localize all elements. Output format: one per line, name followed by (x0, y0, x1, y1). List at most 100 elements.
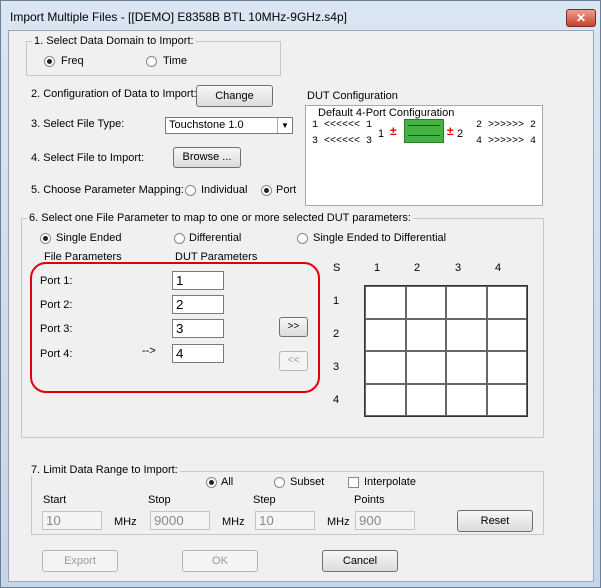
grid-cell[interactable] (365, 383, 406, 416)
stop-input[interactable] (150, 511, 210, 530)
grid-cell[interactable] (365, 318, 406, 351)
row-4-label: 4 (333, 394, 340, 406)
differential-radio[interactable] (174, 233, 185, 244)
mapping-label: 5. Choose Parameter Mapping: (31, 184, 184, 196)
subset-radio[interactable] (274, 477, 285, 488)
remove-mapping-button[interactable]: << (279, 351, 308, 371)
points-input[interactable] (355, 511, 415, 530)
time-label: Time (163, 55, 188, 67)
start-unit: MHz (114, 516, 137, 528)
grid-cell[interactable] (405, 351, 446, 384)
row-2-label: 2 (333, 328, 340, 340)
port-4-input[interactable] (172, 344, 224, 363)
grid-cell[interactable] (446, 383, 487, 416)
s2d-label: Single Ended to Differential (313, 232, 447, 244)
file-type-select[interactable]: Touchstone 1.0 ▼ (165, 117, 293, 134)
single-ended-label: Single Ended (56, 232, 122, 244)
dut-right-bottom: 4 >>>>>> 4 (476, 136, 537, 147)
col-2-label: 2 (414, 262, 421, 274)
freq-radio[interactable] (44, 56, 55, 67)
param-group-legend: 6. Select one File Parameter to map to o… (27, 212, 413, 224)
port-2-input[interactable] (172, 295, 224, 314)
ok-button[interactable]: OK (182, 550, 258, 572)
dut-pm-left: ± (390, 124, 397, 138)
single-ended-radio[interactable] (40, 233, 51, 244)
col-3-label: 3 (455, 262, 462, 274)
dut-mid-right: 2 (457, 128, 464, 140)
domain-group-legend: 1. Select Data Domain to Import: (32, 35, 196, 47)
grid-cell[interactable] (446, 351, 487, 384)
port-3-label: Port 3: (40, 323, 73, 335)
cancel-button[interactable]: Cancel (322, 550, 398, 572)
stop-unit: MHz (222, 516, 245, 528)
dut-block (404, 119, 444, 143)
dut-left-bottom: 3 <<<<<< 3 (312, 136, 373, 147)
grid-cell[interactable] (446, 318, 487, 351)
close-icon[interactable]: ✕ (566, 9, 596, 27)
grid-cell[interactable] (405, 286, 446, 319)
dialog-body: 1. Select Data Domain to Import: Freq Ti… (8, 30, 594, 582)
port-1-label: Port 1: (40, 275, 73, 287)
grid-cell[interactable] (446, 286, 487, 319)
port-radio[interactable] (261, 185, 272, 196)
all-label: All (221, 476, 234, 488)
subset-label: Subset (290, 476, 325, 488)
select-file-label: 4. Select File to Import: (31, 152, 145, 164)
port-2-label: Port 2: (40, 299, 73, 311)
dut-right-top: 2 >>>>>> 2 (476, 120, 537, 131)
time-radio[interactable] (146, 56, 157, 67)
s2d-radio[interactable] (297, 233, 308, 244)
individual-radio[interactable] (185, 185, 196, 196)
reset-button[interactable]: Reset (457, 510, 533, 532)
individual-label: Individual (201, 184, 248, 196)
grid-cell[interactable] (405, 383, 446, 416)
col-1-label: 1 (374, 262, 381, 274)
grid-cell[interactable] (365, 351, 406, 384)
grid-cell[interactable] (405, 318, 446, 351)
add-mapping-button[interactable]: >> (279, 317, 308, 337)
stop-label: Stop (148, 494, 171, 506)
port-3-input[interactable] (172, 319, 224, 338)
all-radio[interactable] (206, 477, 217, 488)
file-type-value: Touchstone 1.0 (169, 119, 244, 131)
window-title: Import Multiple Files - [[DEMO] E8358B B… (10, 10, 347, 24)
port-4-label: Port 4: (40, 348, 73, 360)
change-button[interactable]: Change (196, 85, 273, 107)
grid-cell[interactable] (365, 286, 406, 319)
differential-label: Differential (189, 232, 242, 244)
interpolate-checkbox[interactable] (348, 477, 359, 488)
export-button[interactable]: Export (42, 550, 118, 572)
title-bar[interactable]: Import Multiple Files - [[DEMO] E8358B B… (1, 1, 600, 31)
dut-pm-right: ± (447, 124, 454, 138)
row-1-label: 1 (333, 295, 340, 307)
dut-config-title: DUT Configuration (307, 90, 398, 102)
import-dialog: Import Multiple Files - [[DEMO] E8358B B… (0, 0, 601, 588)
range-group-legend: 7. Limit Data Range to Import: (29, 464, 180, 476)
grid-cell[interactable] (486, 383, 527, 416)
grid-cell[interactable] (486, 318, 527, 351)
points-label: Points (354, 494, 385, 506)
grid-cell[interactable] (486, 286, 527, 319)
freq-label: Freq (61, 55, 84, 67)
step-input[interactable] (255, 511, 315, 530)
port-label: Port (276, 184, 297, 196)
step-unit: MHz (327, 516, 350, 528)
browse-button[interactable]: Browse ... (173, 147, 241, 168)
grid-cell[interactable] (486, 351, 527, 384)
interpolate-label: Interpolate (364, 476, 416, 488)
step-label: Step (253, 494, 276, 506)
start-label: Start (43, 494, 67, 506)
col-4-label: 4 (495, 262, 502, 274)
file-type-label: 3. Select File Type: (31, 118, 125, 130)
config-label: 2. Configuration of Data to Import: (31, 88, 197, 100)
start-input[interactable] (42, 511, 102, 530)
arrow-indicator: --> (142, 345, 156, 357)
row-3-label: 3 (333, 361, 340, 373)
dut-mid-left: 1 (378, 128, 385, 140)
s-parameter-grid (364, 285, 528, 417)
dut-config-subtitle: Default 4-Port Configuration (318, 107, 455, 119)
chevron-down-icon[interactable]: ▼ (277, 118, 292, 133)
dut-config-panel: Default 4-Port Configuration 1 <<<<<< 1 … (305, 105, 543, 206)
s-label: S (333, 262, 341, 274)
port-1-input[interactable] (172, 271, 224, 290)
